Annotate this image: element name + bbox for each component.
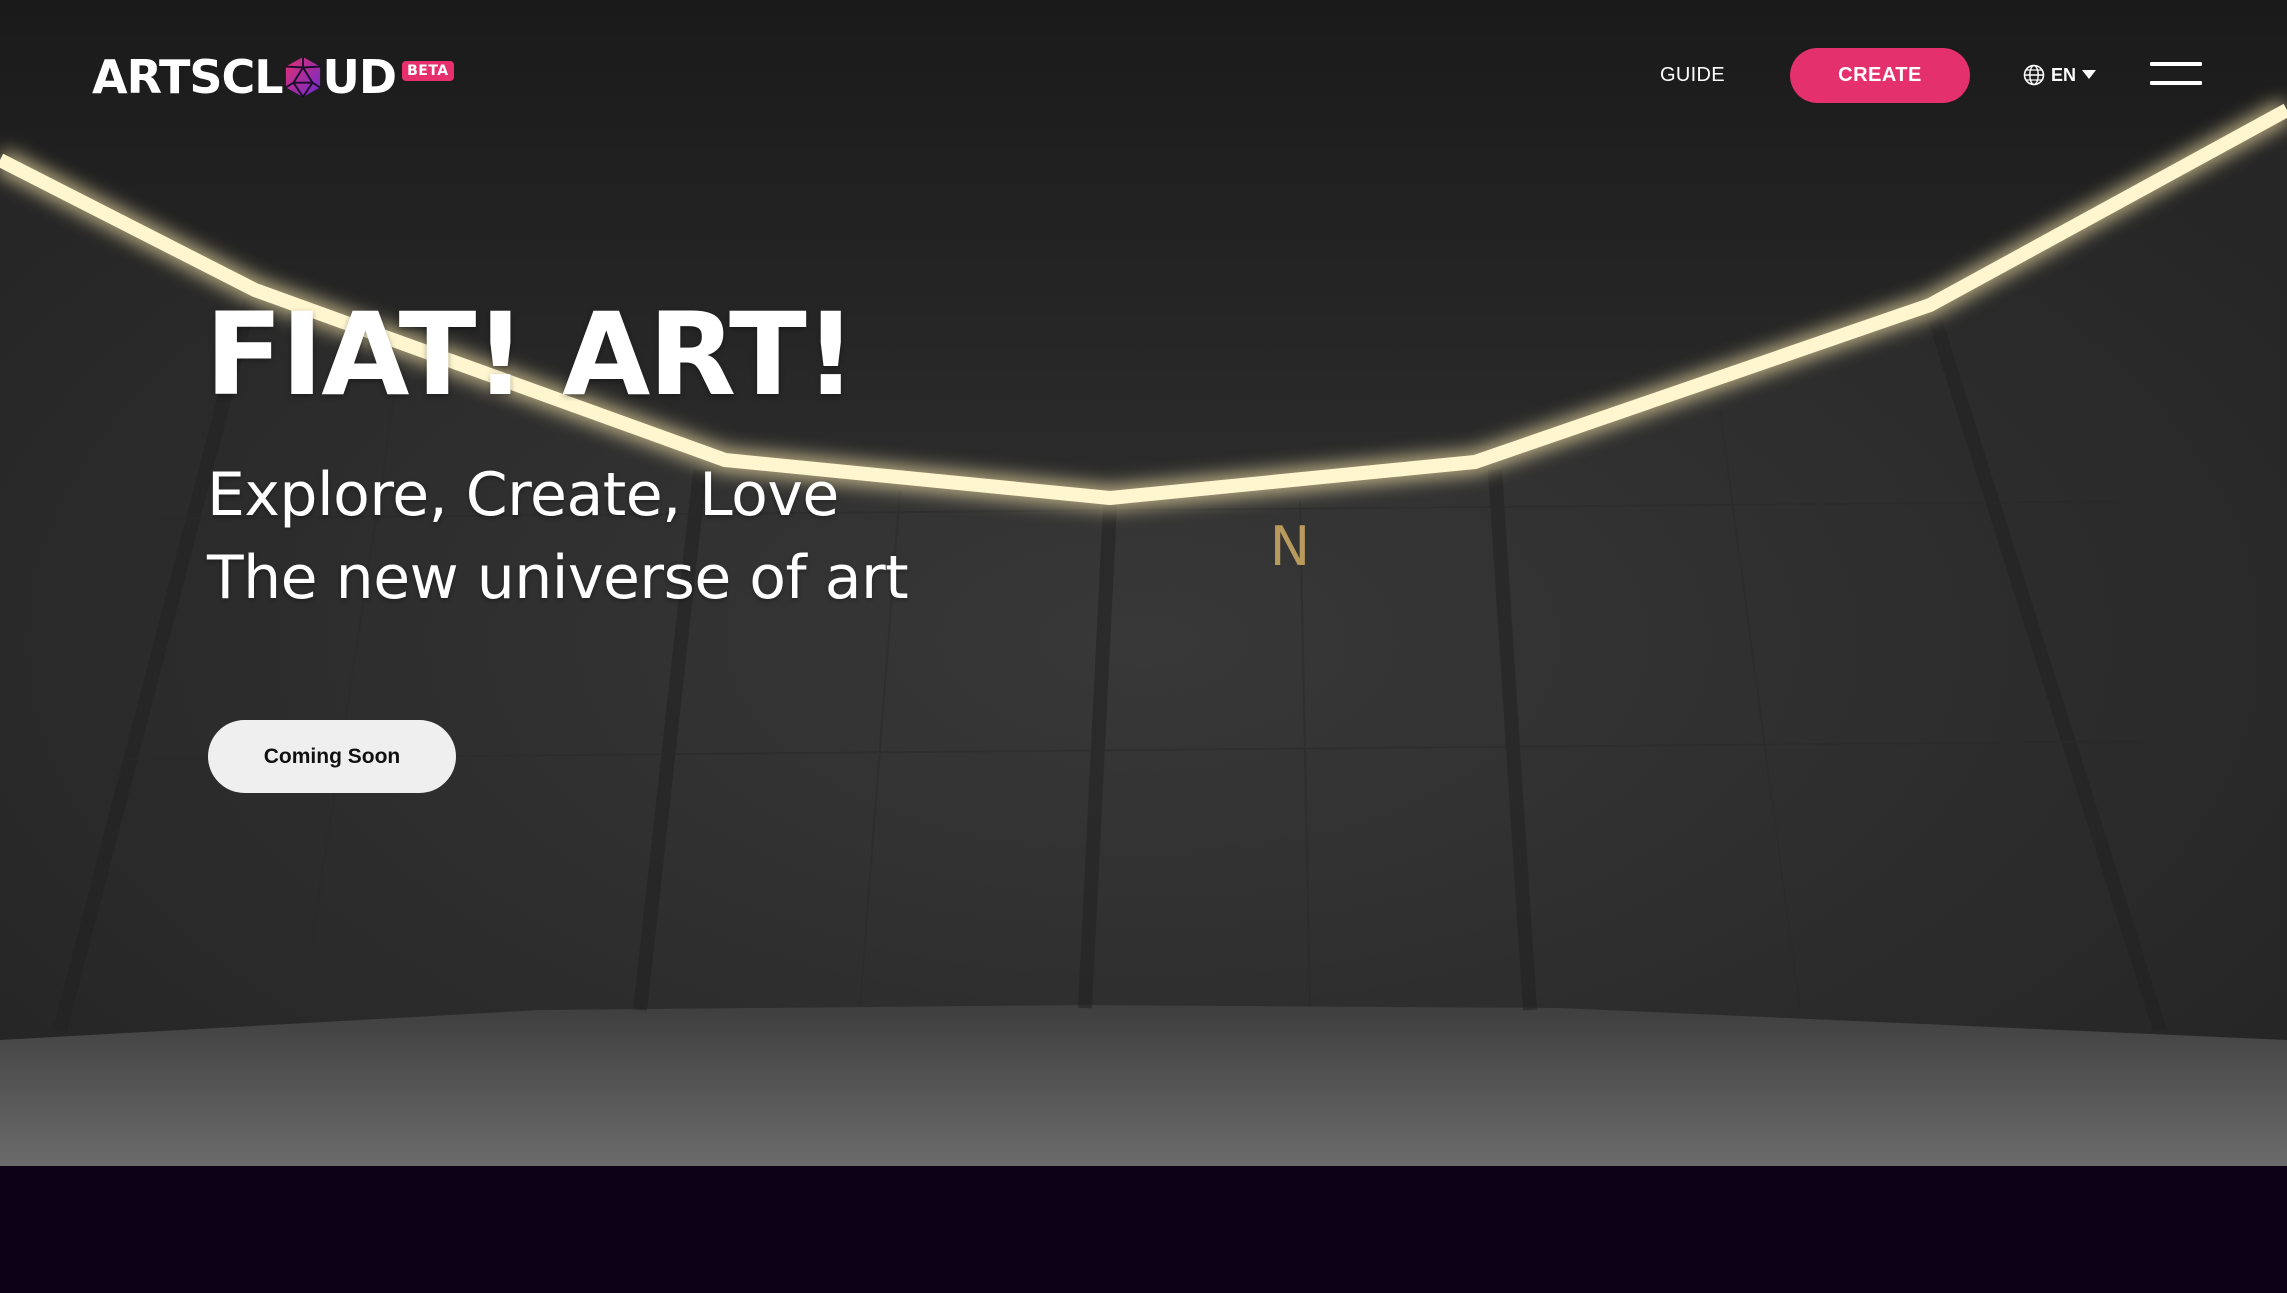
page-bottom-band	[0, 1166, 2287, 1293]
hero-subtitle-line-1: Explore, Create, Love	[207, 460, 839, 530]
create-button[interactable]: CREATE	[1790, 48, 1970, 103]
coming-soon-button[interactable]: Coming Soon	[208, 720, 456, 793]
hamburger-menu-icon[interactable]	[2150, 59, 2206, 89]
hero-headline: FIAT! ART!	[205, 288, 857, 421]
wall-sign: N	[1270, 515, 1310, 578]
language-label: EN	[2051, 64, 2077, 85]
logo-text-right: UD	[322, 50, 398, 104]
caret-down-icon	[2082, 70, 2097, 79]
beta-badge: BETA	[402, 61, 454, 81]
logo-wordmark: ARTSCL UD	[92, 50, 398, 104]
nav-guide-link[interactable]: GUIDE	[1660, 58, 1725, 92]
menu-line	[2150, 81, 2202, 85]
hero-subtitle-line-2: The new universe of art	[207, 543, 909, 613]
d20-dice-icon	[284, 57, 321, 98]
globe-icon	[2023, 64, 2045, 86]
menu-line	[2150, 62, 2202, 66]
language-selector[interactable]: EN	[2023, 60, 2097, 90]
logo-text-left: ARTSCL	[92, 50, 284, 104]
artscloud-logo[interactable]: ARTSCL UD BETA	[92, 50, 454, 104]
